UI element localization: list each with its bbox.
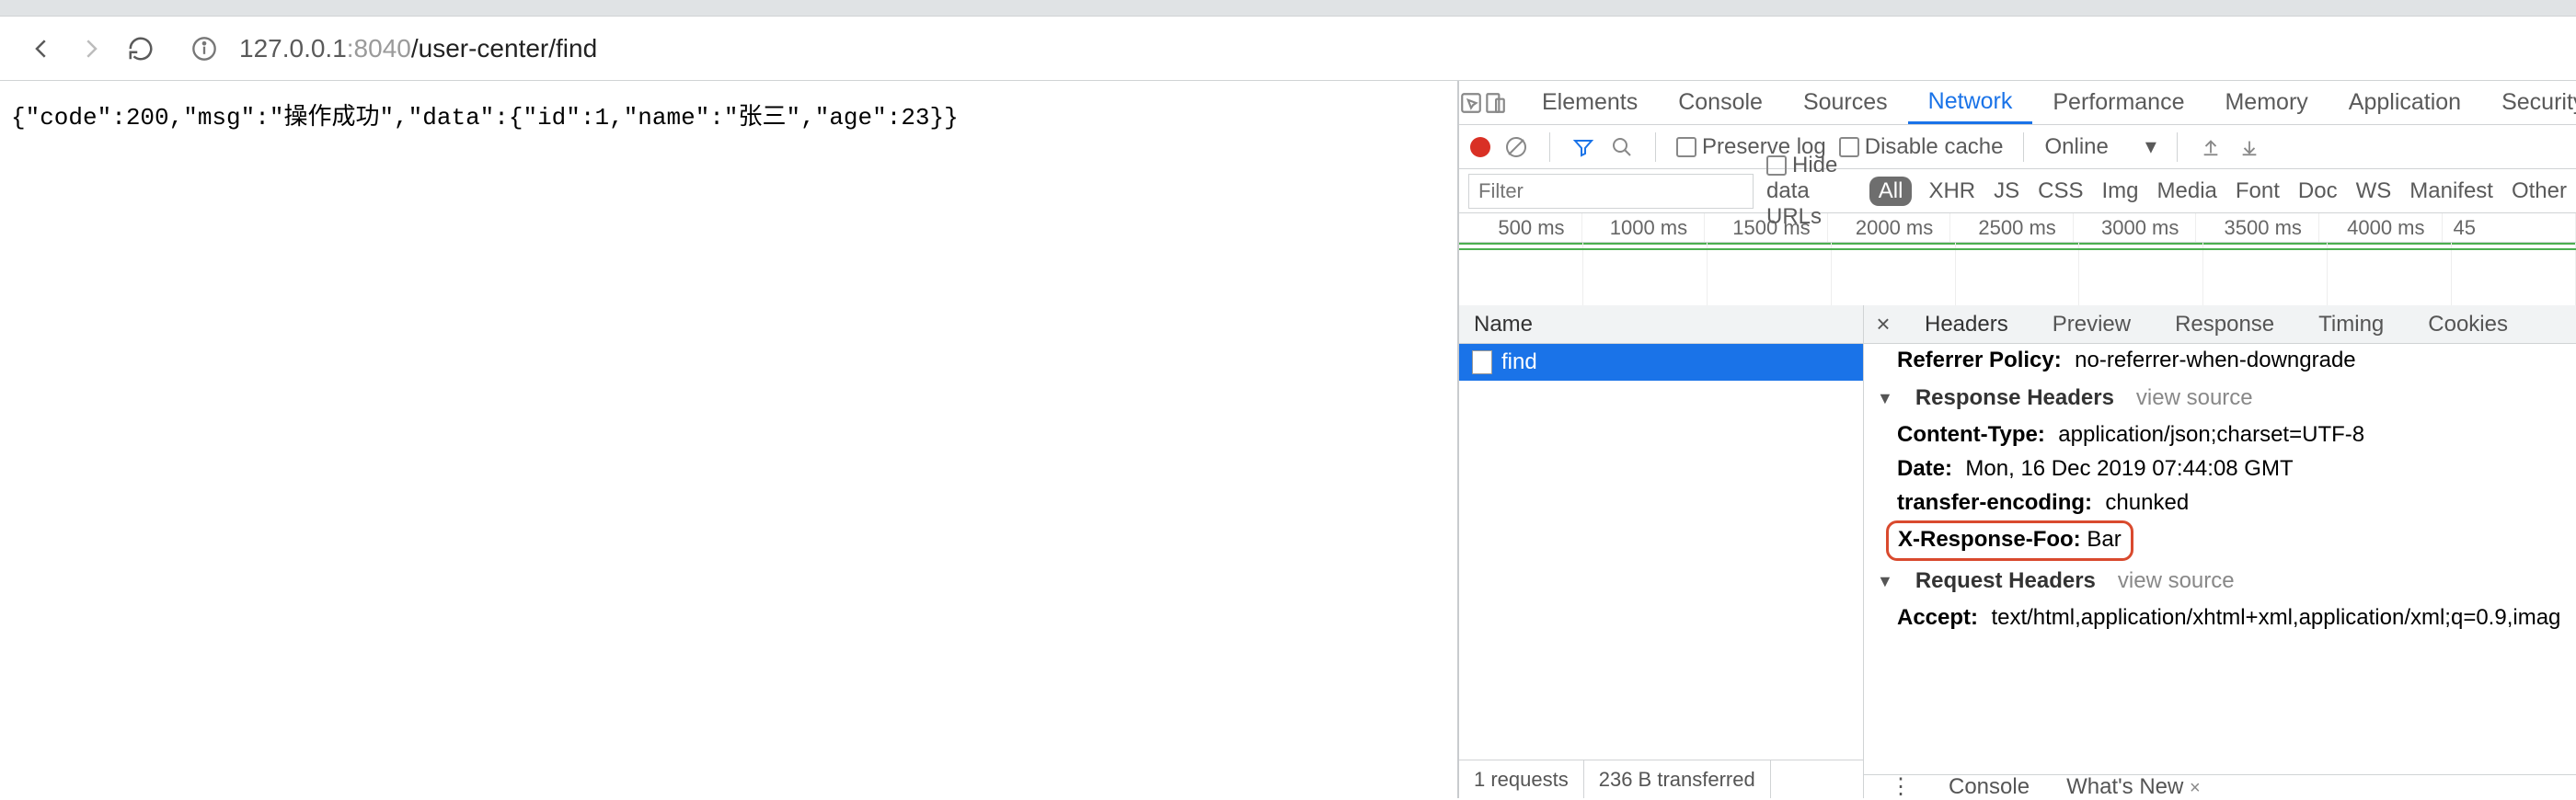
timeline-tick: 3500 ms <box>2196 213 2319 242</box>
detail-tab-headers[interactable]: Headers <box>1903 305 2030 343</box>
tab-performance[interactable]: Performance <box>2032 81 2204 124</box>
timeline-tick: 2500 ms <box>1950 213 2074 242</box>
timeline-tick: 1500 ms <box>1705 213 1828 242</box>
address-bar[interactable]: 127.0.0.1:8040/user-center/find <box>239 34 597 63</box>
header-x-response-foo: X-Response-Foo: Bar <box>1864 520 2576 561</box>
filter-js[interactable]: JS <box>1994 178 2019 204</box>
request-name: find <box>1501 349 1537 375</box>
header-content-type: Content-Type: application/json;charset=U… <box>1864 418 2576 452</box>
browser-tab-strip <box>0 0 2576 17</box>
request-detail-pane: × Headers Preview Response Timing Cookie… <box>1864 305 2576 798</box>
back-button[interactable] <box>28 35 55 63</box>
section-title: Response Headers <box>1915 385 2114 411</box>
tab-elements[interactable]: Elements <box>1522 81 1658 124</box>
site-info-icon[interactable] <box>191 36 217 62</box>
header-accept: Accept: text/html,application/xhtml+xml,… <box>1864 601 2576 635</box>
upload-har-icon[interactable] <box>2198 134 2224 160</box>
timeline-tick: 1000 ms <box>1582 213 1706 242</box>
devtools-tabbar: Elements Console Sources Network Perform… <box>1459 81 2576 125</box>
filter-icon[interactable] <box>1570 134 1596 160</box>
filter-doc[interactable]: Doc <box>2298 178 2338 204</box>
tab-application[interactable]: Application <box>2329 81 2481 124</box>
header-transfer-encoding: transfer-encoding: chunked <box>1864 486 2576 520</box>
separator <box>1655 132 1656 162</box>
request-count: 1 requests <box>1459 760 1584 798</box>
triangle-down-icon: ▼ <box>1877 572 1893 591</box>
separator <box>2177 132 2178 162</box>
header-date: Date: Mon, 16 Dec 2019 07:44:08 GMT <box>1864 452 2576 486</box>
transferred-size: 236 B transferred <box>1584 760 1771 798</box>
file-icon <box>1472 350 1492 374</box>
timeline-tick: 45 <box>2443 213 2576 242</box>
detail-tab-preview[interactable]: Preview <box>2030 305 2153 343</box>
tab-sources[interactable]: Sources <box>1783 81 1908 124</box>
network-toolbar: Preserve log Disable cache Online▾ <box>1459 125 2576 169</box>
referrer-policy-line: Referrer Policy: no-referrer-when-downgr… <box>1864 344 2576 378</box>
chevron-down-icon: ▾ <box>2145 133 2156 160</box>
tab-console[interactable]: Console <box>1658 81 1783 124</box>
page-body: {"code":200,"msg":"操作成功","data":{"id":1,… <box>0 81 1457 798</box>
request-list-footer: 1 requests 236 B transferred <box>1459 760 1863 798</box>
response-headers-section[interactable]: ▼ Response Headers view source <box>1864 378 2576 418</box>
clear-button[interactable] <box>1503 134 1529 160</box>
url-path: /user-center/find <box>411 34 597 63</box>
inspect-icon[interactable] <box>1459 81 1483 124</box>
download-har-icon[interactable] <box>2237 134 2262 160</box>
filter-xhr[interactable]: XHR <box>1928 178 1975 204</box>
detail-tab-cookies[interactable]: Cookies <box>2406 305 2530 343</box>
timeline-tick: 4000 ms <box>2319 213 2443 242</box>
headers-body: Referrer Policy: no-referrer-when-downgr… <box>1864 344 2576 774</box>
filter-css[interactable]: CSS <box>2038 178 2083 204</box>
detail-tab-response[interactable]: Response <box>2153 305 2296 343</box>
section-title: Request Headers <box>1915 568 2096 594</box>
tab-memory[interactable]: Memory <box>2204 81 2328 124</box>
drawer-whatsnew-tab[interactable]: What's New × <box>2066 774 2201 800</box>
record-button[interactable] <box>1470 137 1490 157</box>
devtools-panel: Elements Console Sources Network Perform… <box>1457 81 2576 798</box>
close-icon[interactable]: × <box>2190 778 2201 798</box>
triangle-down-icon: ▼ <box>1877 389 1893 408</box>
tab-security[interactable]: Security <box>2481 81 2576 124</box>
throttling-select[interactable]: Online ▾ <box>2044 133 2156 160</box>
disable-cache-label: Disable cache <box>1865 134 2004 159</box>
request-list-header[interactable]: Name <box>1459 305 1863 344</box>
request-row-find[interactable]: find <box>1459 344 1863 381</box>
detail-tabbar: × Headers Preview Response Timing Cookie… <box>1864 305 2576 344</box>
drawer-console-tab[interactable]: Console <box>1949 774 2030 800</box>
disable-cache-checkbox[interactable]: Disable cache <box>1839 134 2004 160</box>
request-list: Name find 1 requests 236 B transferred <box>1459 305 1864 798</box>
timeline-ruler: 500 ms 1000 ms 1500 ms 2000 ms 2500 ms 3… <box>1459 213 2576 243</box>
url-host: 127.0.0.1 <box>239 34 347 63</box>
timeline-tick: 3000 ms <box>2074 213 2197 242</box>
timeline-tick: 500 ms <box>1459 213 1582 242</box>
filter-img[interactable]: Img <box>2101 178 2138 204</box>
network-filter-bar: Hide data URLs All XHR JS CSS Img Media … <box>1459 169 2576 213</box>
filter-other[interactable]: Other <box>2512 178 2567 204</box>
view-source-link[interactable]: view source <box>2136 385 2253 411</box>
filter-input[interactable] <box>1468 174 1754 209</box>
reload-button[interactable] <box>127 35 155 63</box>
separator <box>2023 132 2024 162</box>
close-detail-button[interactable]: × <box>1864 310 1903 338</box>
filter-media[interactable]: Media <box>2157 178 2217 204</box>
filter-manifest[interactable]: Manifest <box>2409 178 2493 204</box>
filter-all[interactable]: All <box>1869 177 1913 206</box>
forward-button[interactable] <box>77 35 105 63</box>
network-timeline[interactable]: 500 ms 1000 ms 1500 ms 2000 ms 2500 ms 3… <box>1459 213 2576 305</box>
drawer-tabbar: ⋮ Console What's New × <box>1864 774 2576 798</box>
throttling-label: Online <box>2044 134 2108 160</box>
device-toggle-icon[interactable] <box>1483 81 1507 124</box>
request-headers-section[interactable]: ▼ Request Headers view source <box>1864 561 2576 601</box>
view-source-link[interactable]: view source <box>2118 568 2235 594</box>
filter-ws[interactable]: WS <box>2356 178 2392 204</box>
search-icon[interactable] <box>1609 134 1635 160</box>
separator <box>1549 132 1550 162</box>
url-port: :8040 <box>347 34 411 63</box>
timeline-tick: 2000 ms <box>1828 213 1951 242</box>
tab-network[interactable]: Network <box>1908 81 2033 124</box>
drawer-menu-icon[interactable]: ⋮ <box>1890 773 1912 800</box>
browser-toolbar: 127.0.0.1:8040/user-center/find <box>0 17 2576 81</box>
filter-font[interactable]: Font <box>2236 178 2280 204</box>
detail-tab-timing[interactable]: Timing <box>2296 305 2406 343</box>
